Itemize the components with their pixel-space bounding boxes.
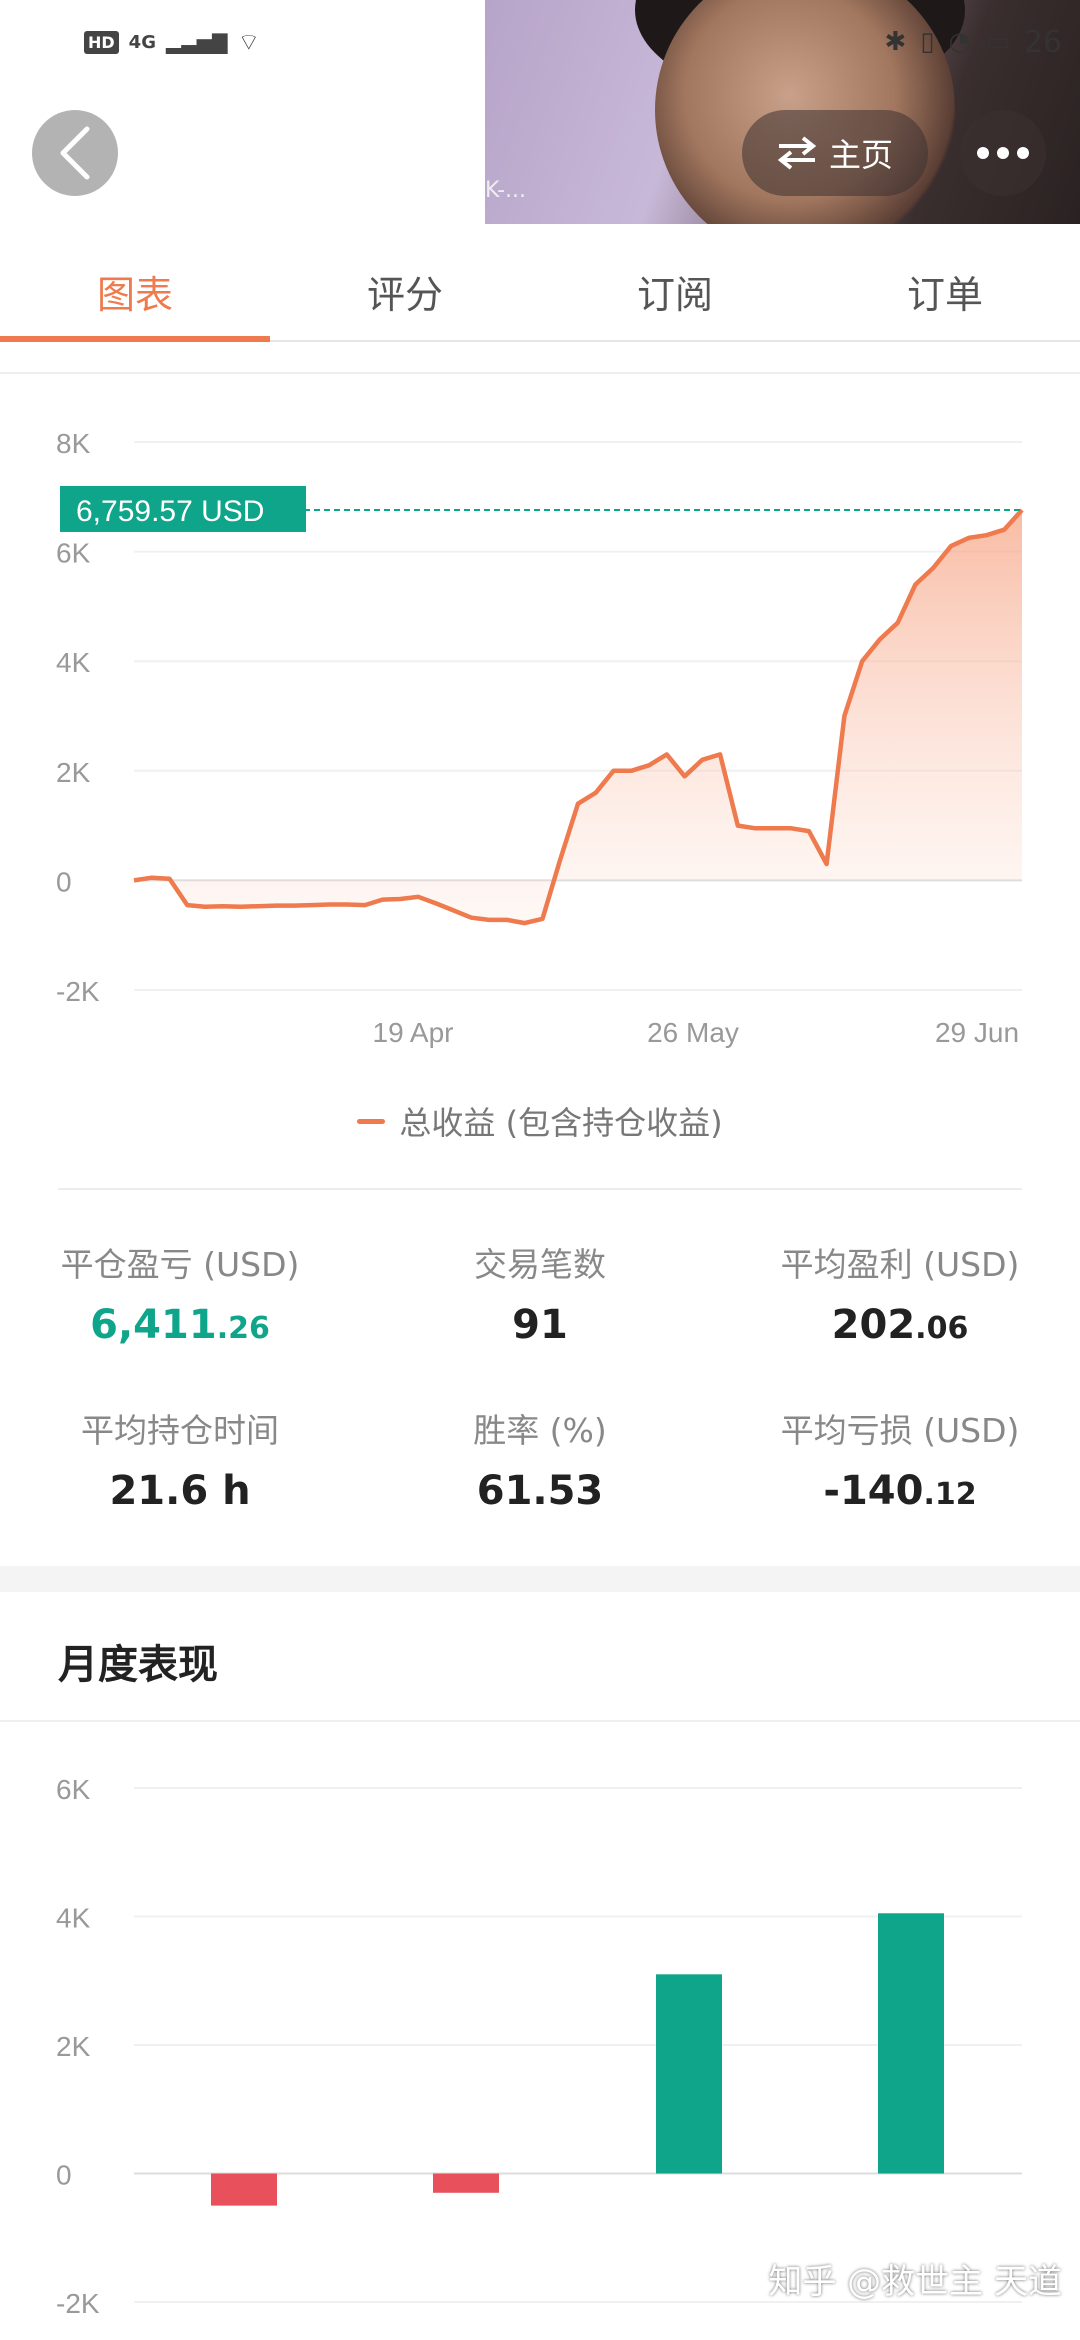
- current-value-label: 6,759.57 USD: [76, 495, 264, 528]
- tab-chart[interactable]: 图表: [0, 242, 270, 342]
- speed-icon: ◔: [948, 27, 972, 57]
- home-label: 主页: [828, 136, 893, 174]
- divider: [0, 1720, 1080, 1722]
- y-tick-label: 0: [56, 866, 72, 897]
- stat-frac: .12: [923, 1477, 977, 1512]
- y-tick-label: -2K: [56, 976, 100, 1007]
- stat-label-avg-profit: 平均盈利 (USD): [780, 1245, 1020, 1284]
- tab-label: 图表: [96, 272, 173, 317]
- month-bar[interactable]: [211, 2173, 277, 2206]
- stat-int: 91: [512, 1302, 568, 1348]
- tab-rating[interactable]: 评分: [270, 242, 540, 340]
- more-dot: [997, 147, 1009, 159]
- profit-line-chart: 8K 6K 4K 2K 0 -2K 19 Apr 26 May 29 Jun 6,759.57…: [56, 428, 1024, 1048]
- stat-value-avg-profit: 202.06: [720, 1302, 1080, 1348]
- bluetooth-icon: ✱: [884, 27, 907, 57]
- stat-int: 61.53: [476, 1468, 604, 1514]
- y-tick-label: 2K: [56, 2031, 91, 2062]
- y-tick-label: 8K: [56, 428, 91, 459]
- vibrate-icon: ▯: [920, 27, 935, 57]
- monthly-performance-title: 月度表现: [58, 1642, 218, 1688]
- tab-label: 订阅: [636, 272, 713, 317]
- tab-label: 评分: [366, 272, 443, 317]
- back-button[interactable]: [32, 110, 118, 196]
- stat-value-closed-pnl: 6,411.26: [0, 1302, 360, 1348]
- legend-label: 总收益 (包含持仓收益): [399, 1104, 723, 1142]
- stat-value-win-rate: 61.53: [360, 1468, 720, 1514]
- hd-badge: HD: [84, 30, 119, 54]
- divider: [58, 1188, 1022, 1190]
- network-label: 4G: [128, 31, 156, 53]
- tab-orders[interactable]: 订单: [810, 242, 1080, 340]
- stat-frac: .06: [915, 1311, 969, 1346]
- y-tick-label: -2K: [56, 2288, 100, 2319]
- stat-frac: .26: [216, 1311, 270, 1346]
- battery-icon: ▭: [985, 27, 1010, 57]
- video-caption: K-...: [485, 178, 527, 203]
- stat-label-closed-pnl: 平仓盈亏 (USD): [60, 1245, 300, 1284]
- swap-arrows-icon: [777, 136, 817, 170]
- tab-subscribe[interactable]: 订阅: [540, 242, 810, 340]
- clock: 26: [1023, 24, 1062, 60]
- stat-int: 21.6 h: [109, 1468, 251, 1514]
- chart-legend[interactable]: 总收益 (包含持仓收益): [0, 1096, 1080, 1146]
- stat-value-avg-hold: 21.6 h: [0, 1468, 360, 1514]
- month-bar[interactable]: [878, 1913, 944, 2174]
- stat-int: 6,411: [90, 1302, 217, 1348]
- status-bar-right: ✱ ▯ ◔ ▭ 26: [884, 22, 1062, 62]
- more-dots-icon: [977, 147, 989, 159]
- y-tick-label: 6K: [56, 538, 91, 569]
- stat-label-avg-hold: 平均持仓时间: [81, 1411, 279, 1450]
- chevron-left-icon: [60, 126, 90, 180]
- month-bar[interactable]: [656, 1974, 722, 2174]
- y-tick-label: 4K: [56, 1903, 91, 1934]
- stat-value-avg-loss: -140.12: [720, 1468, 1080, 1514]
- x-tick-label: 19 Apr: [373, 1017, 454, 1048]
- y-tick-label: 0: [56, 2160, 72, 2191]
- stat-label-trades: 交易笔数: [474, 1245, 606, 1284]
- stat-int: 202: [831, 1302, 916, 1348]
- stat-int: -140: [823, 1468, 924, 1514]
- x-tick-label: 29 Jun: [935, 1017, 1019, 1048]
- series-area: [134, 510, 1022, 924]
- home-button[interactable]: 主页: [742, 110, 928, 196]
- x-tick-label: 26 May: [647, 1017, 739, 1048]
- more-dot: [1017, 147, 1029, 159]
- tab-label: 订单: [906, 272, 983, 317]
- y-tick-label: 2K: [56, 757, 91, 788]
- stat-label-win-rate: 胜率 (%): [473, 1411, 607, 1450]
- watermark: 知乎 @救世主 天道: [768, 2262, 1062, 2302]
- section-gap: [0, 1566, 1080, 1592]
- more-button[interactable]: [960, 110, 1046, 196]
- y-tick-label: 6K: [56, 1774, 91, 1805]
- stat-label-avg-loss: 平均亏损 (USD): [780, 1411, 1020, 1450]
- tab-bar: 图表 评分 订阅 订单: [0, 242, 1080, 342]
- y-tick-label: 4K: [56, 647, 91, 678]
- legend-swatch: [357, 1118, 386, 1124]
- month-bar[interactable]: [433, 2173, 499, 2193]
- wifi-icon: ⌔: [237, 28, 261, 56]
- stat-value-trades: 91: [360, 1302, 720, 1348]
- status-bar-left: HD 4G ▂▃▅▇ ⌔: [84, 22, 260, 62]
- divider: [0, 372, 1080, 374]
- monthly-bar-chart: 6K 4K 2K 0 -2K: [56, 1774, 1022, 2319]
- signal-icon: ▂▃▅▇: [165, 30, 228, 54]
